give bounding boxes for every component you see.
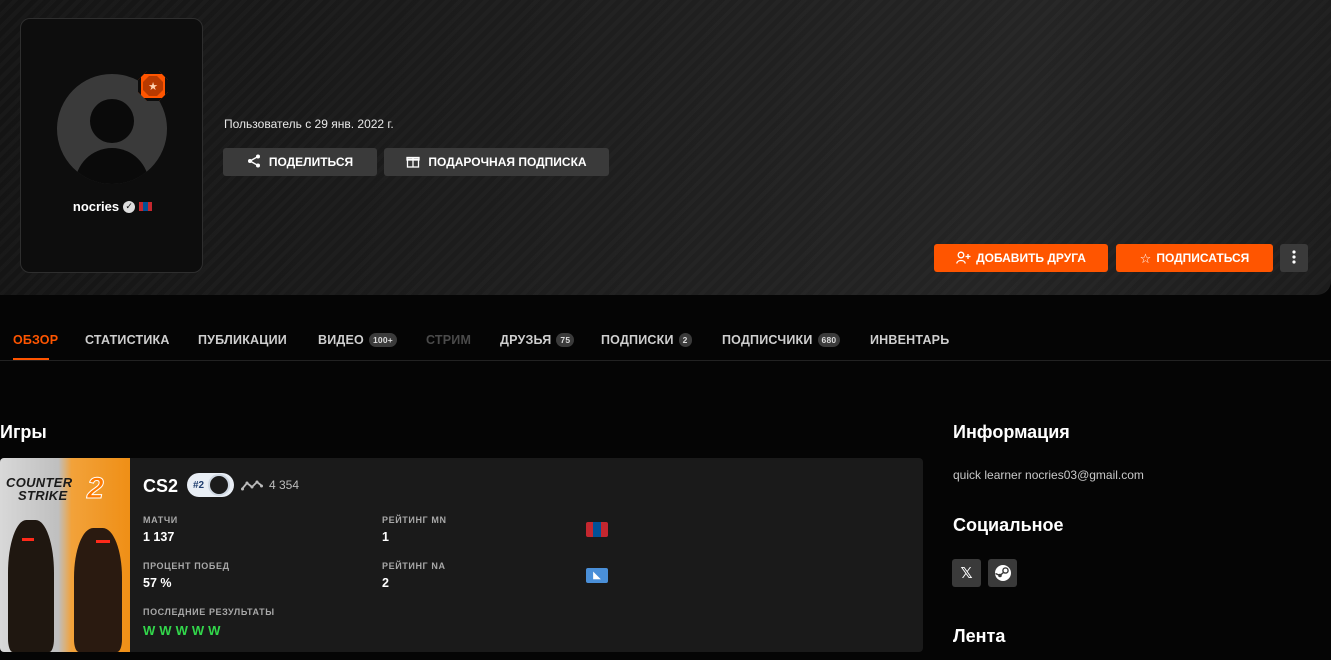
cs2-title: CS2 (143, 476, 179, 496)
info-text: quick learner nocries03@gmail.com (953, 468, 1144, 482)
tab-inventory[interactable]: ИНВЕНТАРЬ (870, 333, 949, 347)
winrate-value: 57 % (143, 576, 172, 590)
game-card-cs2[interactable]: COUNTER STRIKE 2 МАТЧИ 1 137 ПРОЦЕНТ ПОБ… (0, 458, 923, 652)
rating-na-label: РЕЙТИНГ NA (382, 561, 446, 571)
tab-statistics[interactable]: СТАТИСТИКА (85, 333, 170, 347)
rating-mn-label: РЕЙТИНГ MN (382, 515, 447, 525)
rank-badge: #2 (187, 473, 234, 497)
tab-overview[interactable]: ОБЗОР (13, 333, 58, 347)
video-count-badge: 100+ (368, 333, 397, 347)
feed-title: Лента (953, 626, 1006, 646)
gift-subscription-button[interactable]: ПОДАРОЧНАЯ ПОДПИСКА (384, 148, 609, 176)
share-icon (247, 154, 261, 170)
result-item: W (208, 623, 221, 638)
recent-results: W W W W W (143, 623, 220, 638)
tab-publications[interactable]: ПУБЛИКАЦИИ (198, 333, 287, 347)
flag-mongolia-icon (586, 522, 608, 537)
tab-friends[interactable]: ДРУЗЬЯ 75 (500, 333, 575, 347)
tab-stream[interactable]: СТРИМ (426, 333, 471, 347)
x-twitter-icon[interactable]: 𝕏 (952, 559, 981, 587)
social-title: Социальное (953, 515, 1064, 535)
nickname-row: nocries ✓ (21, 199, 204, 214)
recent-results-label: ПОСЛЕДНИЕ РЕЗУЛЬТАТЫ (143, 607, 275, 617)
profile-tabs: ОБЗОР СТАТИСТИКА ПУБЛИКАЦИИ ВИДЕО 100+ С… (0, 318, 1331, 361)
steam-icon[interactable] (988, 559, 1017, 587)
more-options-button[interactable] (1280, 244, 1308, 272)
add-friend-label: ДОБАВИТЬ ДРУГА (976, 251, 1086, 265)
subscribe-button[interactable]: ☆ ПОДПИСАТЬСЯ (1116, 244, 1273, 272)
gift-icon (406, 154, 421, 170)
result-item: W (191, 623, 205, 638)
rank-value: #2 (193, 479, 205, 491)
gift-label: ПОДАРОЧНАЯ ПОДПИСКА (428, 155, 587, 169)
share-button[interactable]: ПОДЕЛИТЬСЯ (223, 148, 377, 176)
add-user-icon (956, 251, 971, 266)
subscriptions-count-badge: 2 (678, 333, 692, 347)
flag-mongolia-icon (139, 202, 153, 211)
result-item: W (175, 623, 188, 638)
elo-value: 4 354 (269, 478, 300, 492)
elo-icon (241, 478, 263, 494)
more-vertical-icon (1292, 250, 1296, 266)
info-title: Информация (953, 422, 1070, 442)
rating-na-value: 2 (382, 576, 389, 590)
add-friend-button[interactable]: ДОБАВИТЬ ДРУГА (934, 244, 1108, 272)
matches-label: МАТЧИ (143, 515, 178, 525)
profile-card: ★ nocries ✓ (20, 18, 203, 273)
north-america-icon: ◣ (586, 568, 608, 583)
verified-check-icon: ✓ (123, 200, 136, 213)
tab-subscribers[interactable]: ПОДПИСЧИКИ 680 (722, 333, 841, 347)
tab-video[interactable]: ВИДЕО 100+ (318, 333, 397, 347)
cs2-logo: COUNTER STRIKE (6, 475, 73, 503)
member-since: Пользователь с 29 янв. 2022 г. (224, 117, 394, 131)
games-title: Игры (0, 422, 47, 442)
share-label: ПОДЕЛИТЬСЯ (268, 155, 354, 169)
rating-mn-value: 1 (382, 530, 389, 544)
result-item: W (143, 623, 156, 638)
subscribe-label: ПОДПИСАТЬСЯ (1156, 251, 1250, 265)
cs2-cover-image: COUNTER STRIKE 2 (0, 458, 130, 652)
friends-count-badge: 75 (556, 333, 575, 347)
winrate-label: ПРОЦЕНТ ПОБЕД (143, 561, 230, 571)
skill-level-icon (208, 474, 231, 496)
tab-subscriptions[interactable]: ПОДПИСКИ 2 (601, 333, 692, 347)
result-item: W (159, 623, 172, 638)
star-icon: ☆ (1139, 250, 1152, 266)
matches-value: 1 137 (143, 530, 175, 544)
nickname: nocries (72, 199, 120, 214)
active-tab-indicator (13, 358, 49, 360)
subscribers-count-badge: 680 (817, 333, 841, 347)
level-badge-icon[interactable]: ★ (138, 71, 168, 101)
